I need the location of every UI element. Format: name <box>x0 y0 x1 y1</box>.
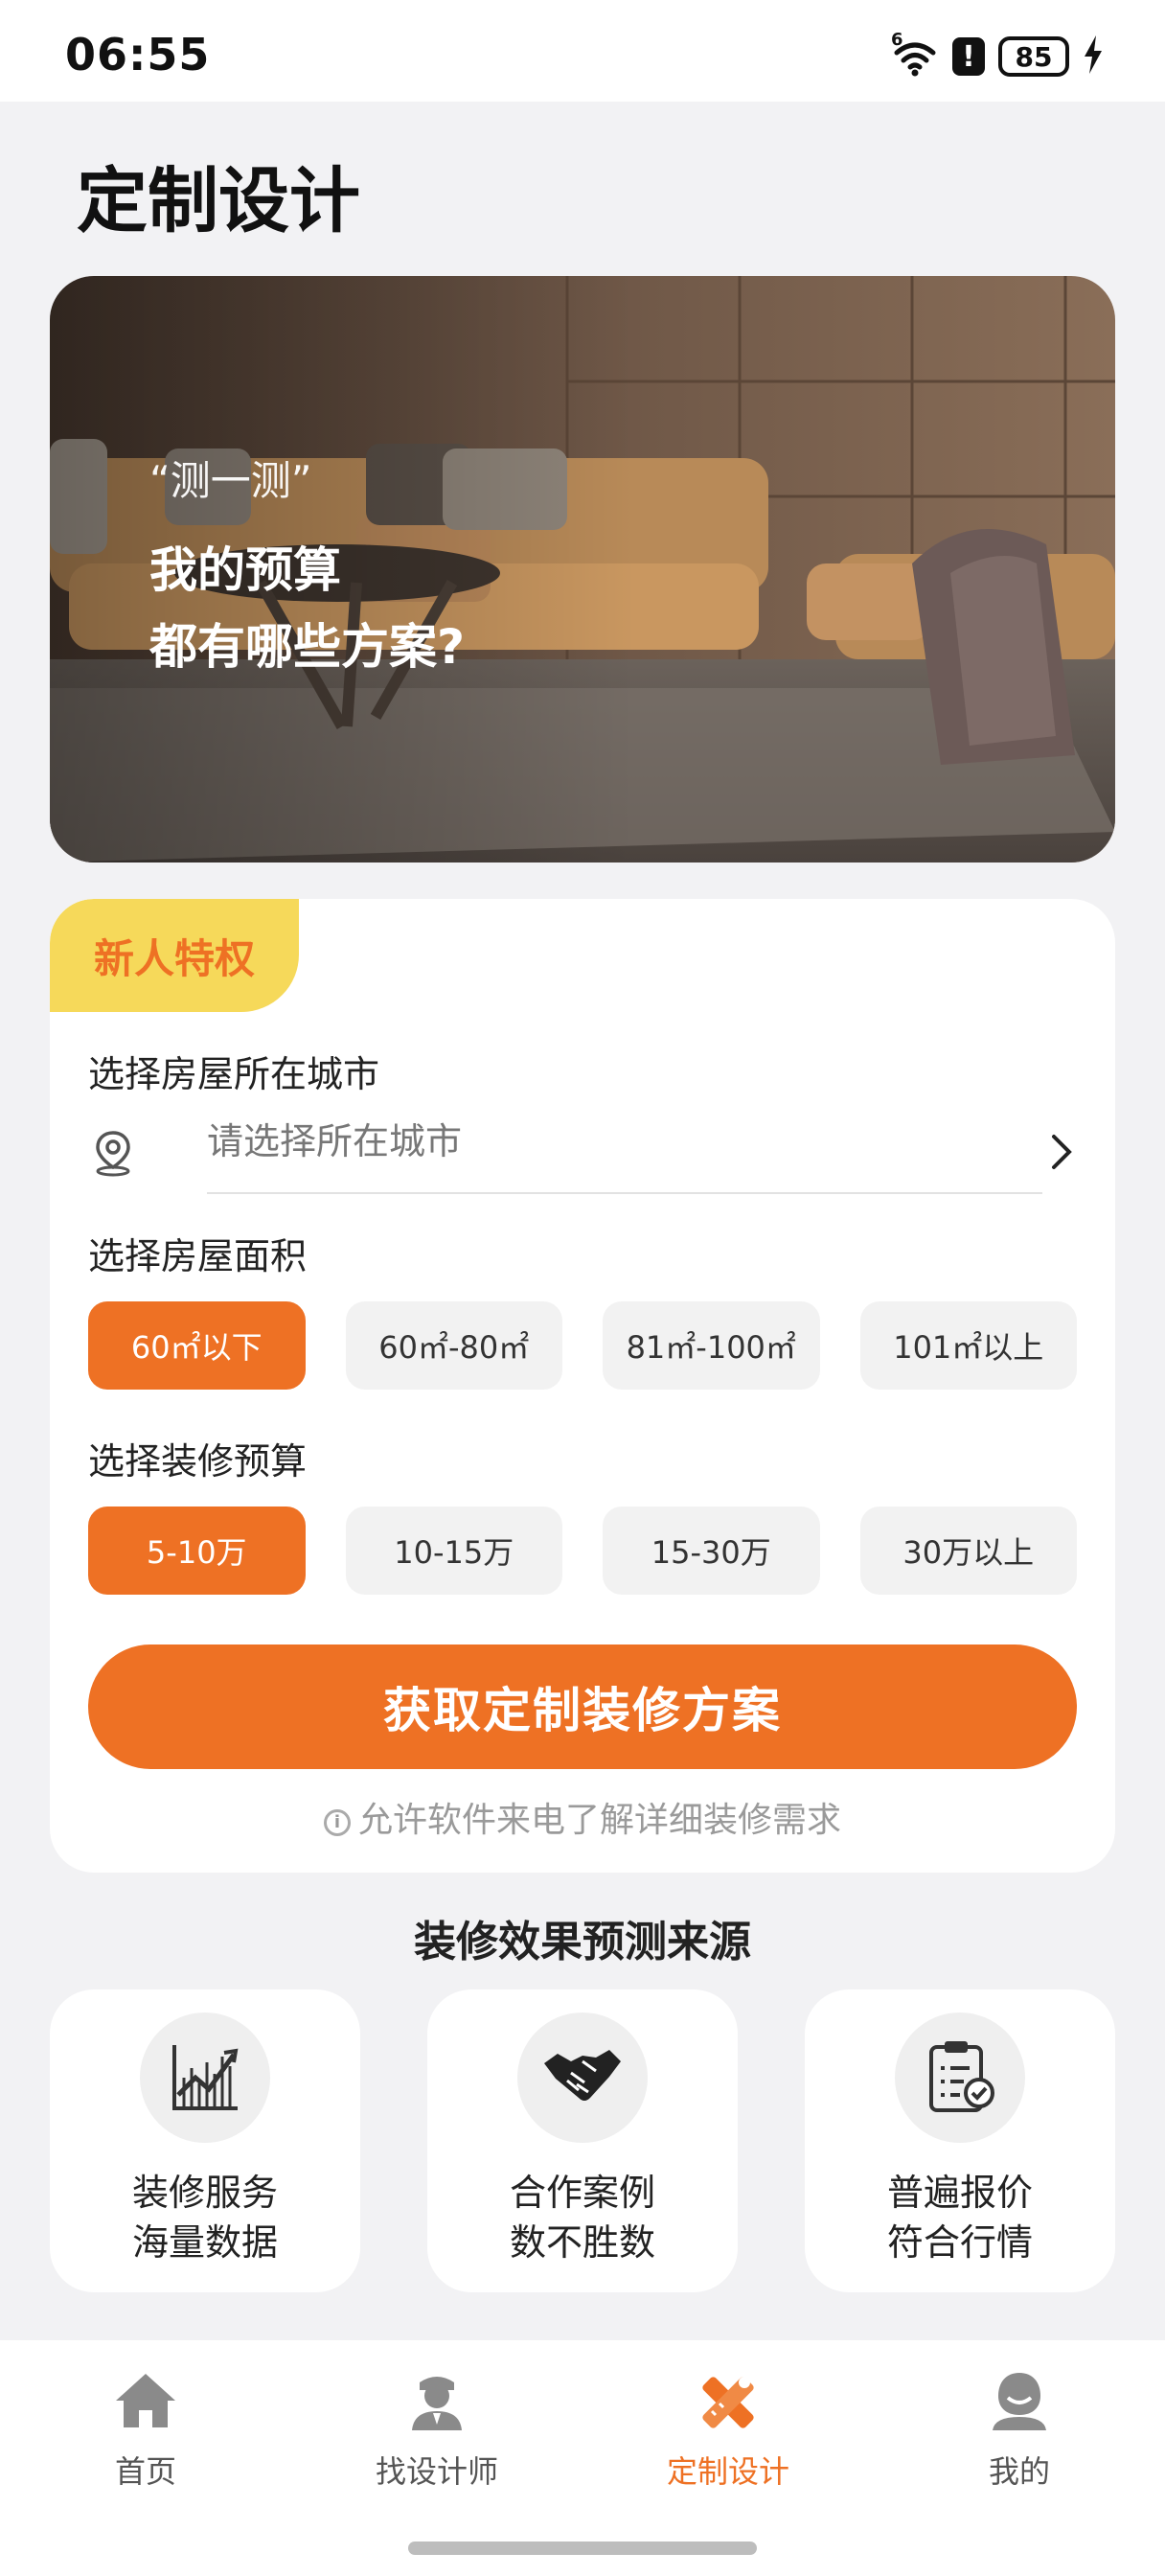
tab-custom-design[interactable]: 定制设计 <box>623 2359 834 2503</box>
clipboard-icon <box>895 2012 1025 2143</box>
source-line: 数不胜数 <box>509 2221 655 2264</box>
status-bar: 06:55 6 ! 85 <box>0 0 1165 102</box>
source-line: 普遍报价 <box>886 2172 1033 2214</box>
get-plan-button[interactable]: 获取定制装修方案 <box>88 1644 1077 1769</box>
tab-profile[interactable]: 我的 <box>914 2359 1125 2503</box>
tab-label: 定制设计 <box>666 2453 789 2490</box>
area-option-60-80[interactable]: 60㎡-80㎡ <box>345 1301 562 1390</box>
status-time: 06:55 <box>65 29 211 80</box>
source-card-quotes: 普遍报价 符合行情 <box>805 1990 1115 2292</box>
hint-text: 允许软件来电了解详细装修需求 <box>357 1801 841 1840</box>
area-option-over-101[interactable]: 101㎡以上 <box>859 1301 1077 1390</box>
budget-option-5-10[interactable]: 5-10万 <box>88 1506 306 1595</box>
profile-icon <box>914 2359 1125 2442</box>
area-option-under-60[interactable]: 60㎡以下 <box>88 1301 306 1390</box>
wifi-icon: 6 <box>891 30 939 78</box>
source-line: 装修服务 <box>131 2172 278 2214</box>
location-pin-icon <box>92 1129 134 1181</box>
sources-title: 装修效果预测来源 <box>414 1918 751 1966</box>
page-title: 定制设计 <box>77 160 360 242</box>
custom-design-icon <box>623 2359 834 2442</box>
budget-option-over-30[interactable]: 30万以上 <box>859 1506 1077 1595</box>
banner-line-1: 我的预算 <box>149 542 341 598</box>
budget-option-10-15[interactable]: 10-15万 <box>345 1506 562 1595</box>
area-options: 60㎡以下 60㎡-80㎡ 81㎡-100㎡ 101㎡以上 <box>88 1301 1077 1390</box>
new-user-badge: 新人特权 <box>50 899 299 1012</box>
source-text-quotes: 普遍报价 符合行情 <box>805 2168 1115 2267</box>
tab-designer[interactable]: 找设计师 <box>331 2359 542 2503</box>
source-line: 合作案例 <box>509 2172 655 2214</box>
source-card-data: 装修服务 海量数据 <box>50 1990 360 2292</box>
promo-banner[interactable]: “测一测” 我的预算 都有哪些方案? <box>50 276 1115 862</box>
chart-icon <box>140 2012 270 2143</box>
source-text-cases: 合作案例 数不胜数 <box>427 2168 738 2267</box>
home-icon <box>40 2359 251 2442</box>
tab-label: 我的 <box>988 2453 1050 2490</box>
source-card-cases: 合作案例 数不胜数 <box>427 1990 738 2292</box>
banner-quote: “测一测” <box>149 457 312 504</box>
city-input[interactable]: 请选择所在城市 <box>207 1102 1042 1194</box>
budget-option-15-30[interactable]: 15-30万 <box>603 1506 820 1595</box>
tab-label: 首页 <box>114 2453 176 2490</box>
city-label: 选择房屋所在城市 <box>88 1053 380 1095</box>
network-label: 6 <box>891 30 903 50</box>
battery-level: 85 <box>1015 40 1053 73</box>
area-option-81-100[interactable]: 81㎡-100㎡ <box>603 1301 820 1390</box>
budget-options: 5-10万 10-15万 15-30万 30万以上 <box>88 1506 1077 1595</box>
designer-icon <box>331 2359 542 2442</box>
battery-icon: 85 <box>998 36 1069 77</box>
banner-text: “测一测” 我的预算 都有哪些方案? <box>149 448 465 685</box>
tab-label: 找设计师 <box>375 2453 498 2490</box>
area-label: 选择房屋面积 <box>88 1235 308 1277</box>
charging-icon <box>1083 35 1104 78</box>
source-line: 符合行情 <box>886 2221 1033 2264</box>
budget-label: 选择装修预算 <box>88 1440 308 1483</box>
tab-home[interactable]: 首页 <box>40 2359 251 2503</box>
alert-icon: ! <box>952 37 985 76</box>
banner-line-2: 都有哪些方案? <box>149 619 466 675</box>
call-permission-hint: i 允许软件来电了解详细装修需求 <box>50 1792 1115 1842</box>
handshake-icon <box>517 2012 648 2143</box>
chevron-right-icon[interactable] <box>1050 1133 1073 1175</box>
home-indicator[interactable] <box>408 2542 757 2555</box>
source-line: 海量数据 <box>131 2221 278 2264</box>
status-icons: 6 ! 85 <box>891 30 1104 80</box>
city-selector[interactable]: 请选择所在城市 <box>88 1102 1077 1198</box>
info-icon: i <box>323 1809 351 1836</box>
custom-design-form: 新人特权 选择房屋所在城市 请选择所在城市 选择房屋面积 60㎡以下 60㎡-8… <box>50 899 1115 1873</box>
source-text-data: 装修服务 海量数据 <box>50 2168 360 2267</box>
